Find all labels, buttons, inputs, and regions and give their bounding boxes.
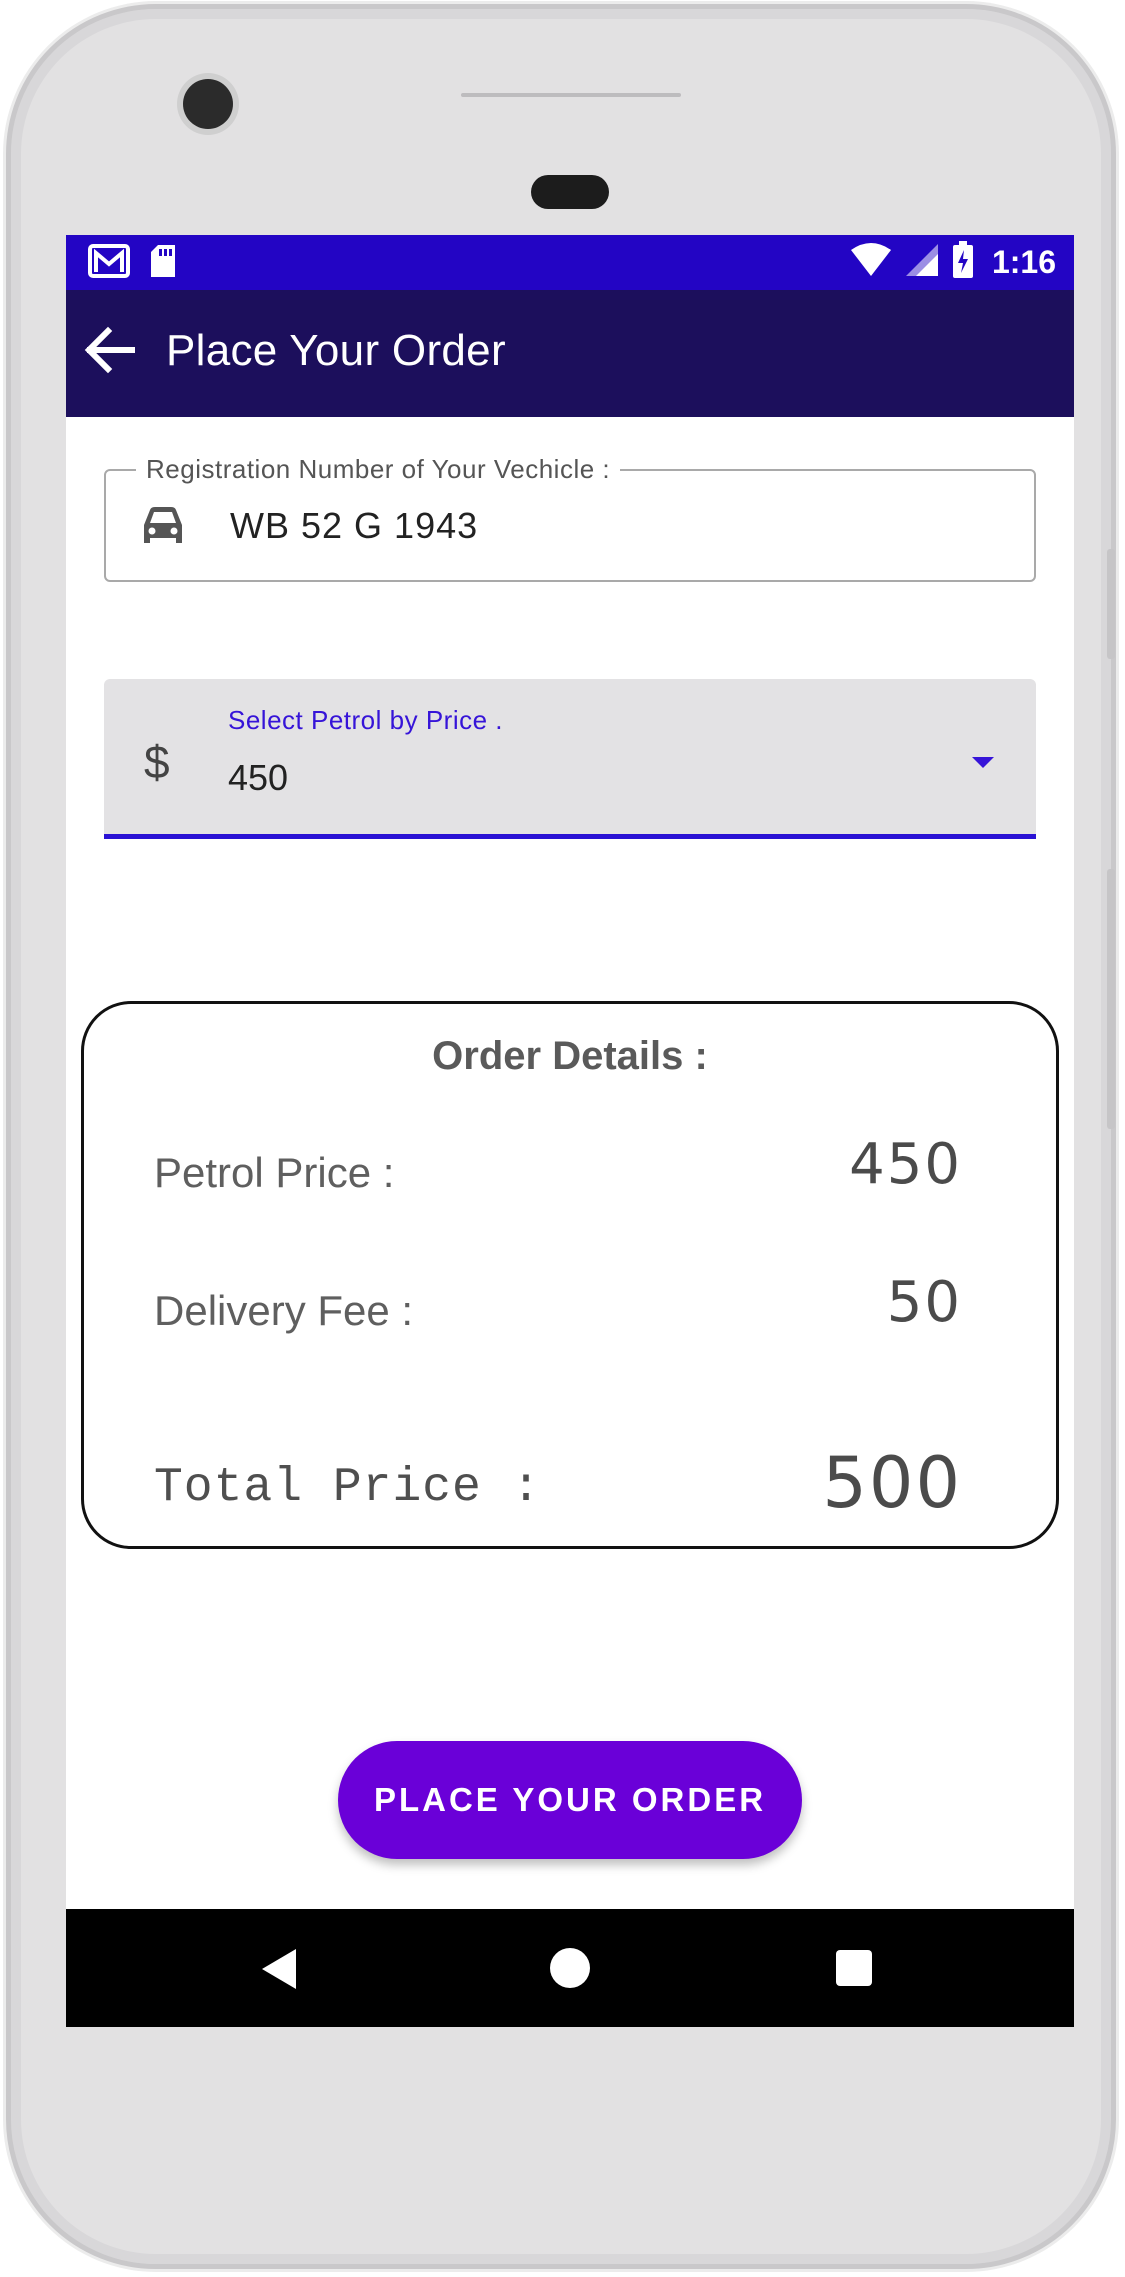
app-screen: 1:16 Place Your Order Registration Numbe… <box>66 235 1074 2027</box>
petrol-price-row-value: 450 <box>849 1132 962 1197</box>
petrol-price-label: Select Petrol by Price . <box>228 705 503 735</box>
registration-number-input[interactable]: WB 52 G 1943 <box>230 505 478 547</box>
total-price-value: 500 <box>822 1442 962 1524</box>
status-time: 1:16 <box>991 244 1056 280</box>
petrol-price-selected-value: 450 <box>228 757 289 798</box>
power-button <box>1107 549 1115 659</box>
app-bar: Place Your Order <box>66 290 1074 417</box>
delivery-fee-row-value: 50 <box>886 1270 962 1335</box>
volume-button <box>1107 869 1115 1129</box>
petrol-price-row-label: Petrol Price : <box>154 1149 395 1196</box>
home-icon[interactable] <box>550 1948 590 1988</box>
system-nav-bar <box>66 1909 1074 2027</box>
earpiece <box>531 175 609 209</box>
place-order-button[interactable]: PLACE YOUR ORDER <box>338 1741 802 1859</box>
signal-icon <box>904 242 940 283</box>
total-price-label: Total Price : <box>154 1461 542 1515</box>
dropdown-arrow-icon[interactable] <box>972 757 994 768</box>
status-bar: 1:16 <box>66 235 1074 290</box>
select-underline <box>104 834 1036 839</box>
registration-number-label: Registration Number of Your Vechicle : <box>136 454 621 485</box>
delivery-fee-row-label: Delivery Fee : <box>154 1287 414 1334</box>
wifi-icon <box>850 242 892 283</box>
order-details-title: Order Details : <box>432 1034 708 1078</box>
speaker-grille <box>461 93 681 97</box>
page-title: Place Your Order <box>166 326 506 375</box>
gmail-icon <box>88 244 130 283</box>
battery-charging-icon <box>952 241 974 284</box>
registration-number-field[interactable]: Registration Number of Your Vechicle : W… <box>104 454 1036 582</box>
recents-icon[interactable] <box>836 1950 872 1986</box>
order-details-card: Order Details : Petrol Price : 450 Deliv… <box>81 1001 1059 1549</box>
petrol-price-select[interactable]: $ Select Petrol by Price . 450 <box>104 679 1036 839</box>
dollar-icon: $ <box>144 736 170 788</box>
sd-card-icon <box>148 243 178 284</box>
phone-frame: 1:16 Place Your Order Registration Numbe… <box>6 4 1116 2269</box>
back-icon[interactable] <box>262 1949 296 1989</box>
back-arrow-icon[interactable] <box>80 320 140 380</box>
car-icon <box>138 505 188 549</box>
front-camera <box>183 79 233 129</box>
